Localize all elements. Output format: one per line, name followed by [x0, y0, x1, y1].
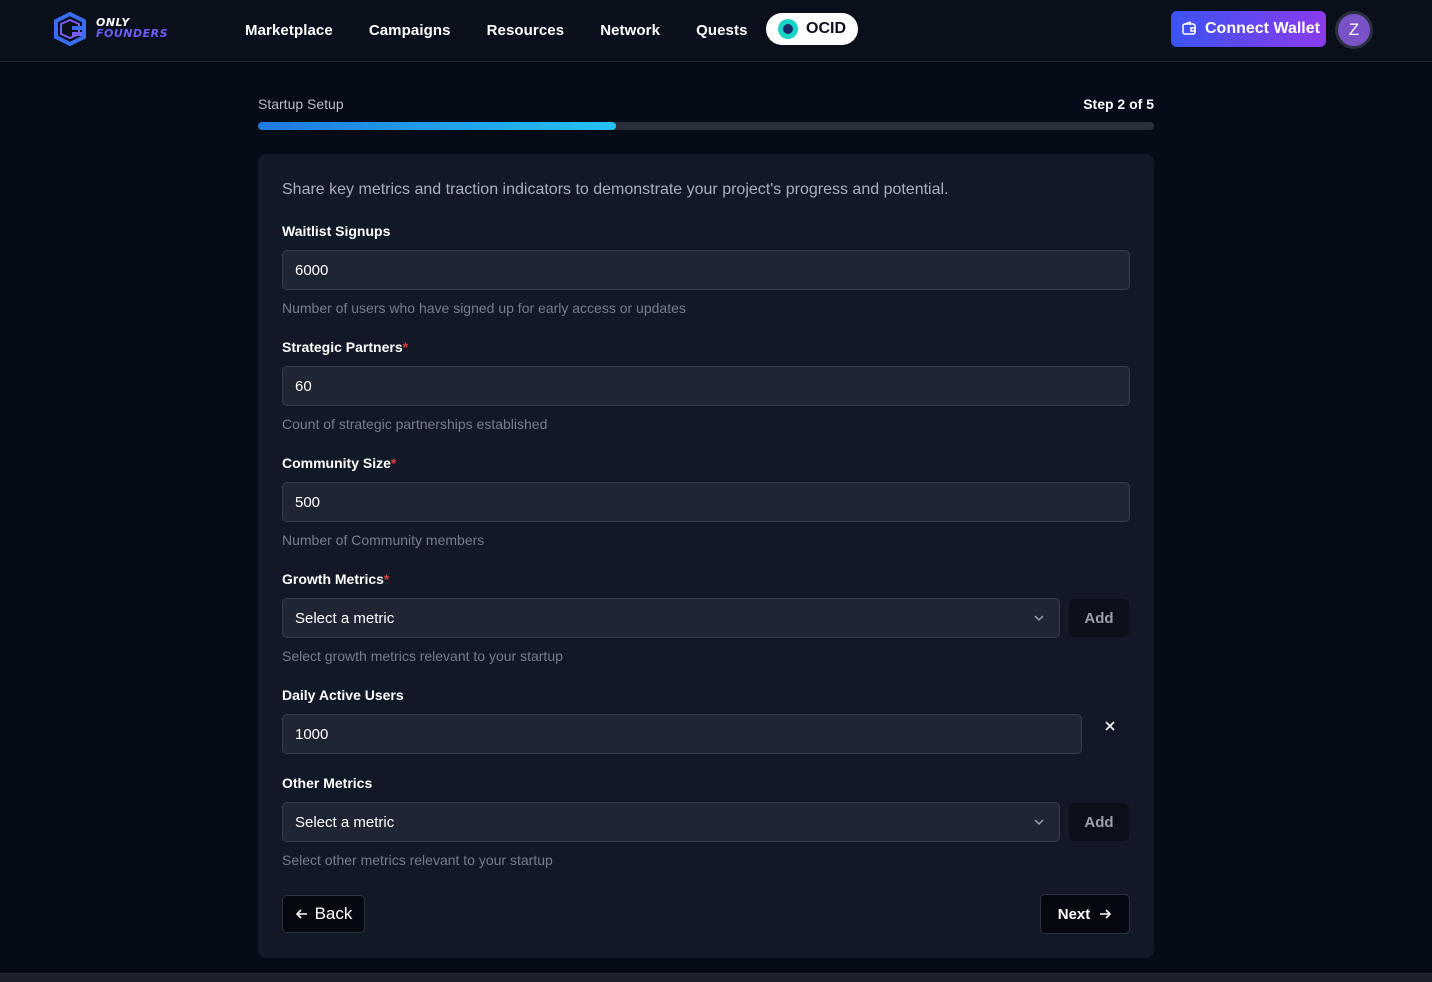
remove-metric-button[interactable] — [1100, 716, 1120, 736]
progress-bar-fill — [258, 122, 617, 130]
growth-metrics-select-value: Select a metric — [295, 609, 395, 627]
progress-bar — [258, 122, 1154, 130]
other-metrics-label-text: Other Metrics — [282, 775, 373, 791]
growth-metrics-add-button[interactable]: Add — [1069, 599, 1129, 637]
ocid-logo-icon — [778, 19, 798, 39]
arrow-left-icon — [295, 909, 307, 919]
waitlist-signups-hint: Number of users who have signed up for e… — [282, 300, 686, 316]
back-button[interactable]: Back — [282, 895, 365, 933]
next-button[interactable]: Next — [1040, 894, 1130, 934]
required-asterisk: * — [390, 455, 397, 471]
footer-strip — [0, 973, 1432, 982]
community-size-label-text: Community Size — [282, 455, 391, 471]
growth-metrics-hint: Select growth metrics relevant to your s… — [282, 648, 563, 664]
other-metrics-hint: Select other metrics relevant to your st… — [282, 852, 553, 868]
waitlist-signups-label-text: Waitlist Signups — [282, 223, 391, 239]
strategic-partners-hint: Count of strategic partnerships establis… — [282, 416, 548, 432]
strategic-partners-label-text: Strategic Partners — [282, 339, 403, 355]
strategic-partners-label: Strategic Partners* — [282, 339, 408, 355]
nav-link-quests[interactable]: Quests — [696, 22, 747, 39]
metrics-form-card: Share key metrics and traction indicator… — [258, 154, 1154, 958]
arrow-right-icon — [1100, 909, 1112, 919]
required-asterisk: * — [383, 571, 390, 587]
wallet-icon — [1182, 21, 1196, 35]
only-founders-logo[interactable]: ONLY FOUNDERS — [52, 12, 182, 46]
waitlist-signups-label: Waitlist Signups — [282, 223, 390, 239]
daily-active-users-label-text: Daily Active Users — [282, 687, 404, 703]
ocid-label: OCID — [806, 20, 846, 37]
nav-link-resources[interactable]: Resources — [487, 22, 565, 39]
community-size-input[interactable] — [282, 482, 1130, 522]
other-metrics-add-button[interactable]: Add — [1069, 803, 1129, 841]
close-icon — [1105, 721, 1115, 731]
progress-title: Startup Setup — [258, 96, 344, 112]
other-metrics-select[interactable]: Select a metric — [282, 802, 1060, 842]
logo-wordmark: ONLY FOUNDERS — [96, 17, 168, 39]
community-size-label: Community Size* — [282, 455, 396, 471]
next-button-label: Next — [1057, 905, 1091, 923]
nav-links: Marketplace Campaigns Resources Network … — [245, 0, 784, 60]
daily-active-users-input[interactable] — [282, 714, 1082, 754]
progress-step-label: Step 2 of 5 — [1083, 96, 1154, 112]
strategic-partners-input[interactable] — [282, 366, 1130, 406]
growth-metrics-label-text: Growth Metrics — [282, 571, 384, 587]
required-asterisk: * — [402, 339, 409, 355]
ocid-button[interactable]: OCID — [766, 13, 858, 45]
chevron-down-icon — [1034, 615, 1044, 622]
other-metrics-select-value: Select a metric — [295, 813, 395, 831]
nav-link-marketplace[interactable]: Marketplace — [245, 22, 333, 39]
connect-wallet-label: Connect Wallet — [1205, 20, 1320, 37]
top-navbar: ONLY FOUNDERS Marketplace Campaigns Reso… — [0, 0, 1432, 62]
nav-link-network[interactable]: Network — [600, 22, 660, 39]
user-avatar[interactable]: Z — [1335, 11, 1373, 49]
chevron-down-icon — [1034, 819, 1044, 826]
back-button-label: Back — [314, 904, 353, 923]
connect-wallet-button[interactable]: Connect Wallet — [1171, 11, 1326, 47]
other-metrics-label: Other Metrics — [282, 775, 372, 791]
logo-mark-icon — [54, 12, 86, 46]
logo-line-2: FOUNDERS — [96, 27, 169, 40]
growth-metrics-label: Growth Metrics* — [282, 571, 389, 587]
waitlist-signups-input[interactable] — [282, 250, 1130, 290]
growth-metrics-select[interactable]: Select a metric — [282, 598, 1060, 638]
nav-link-campaigns[interactable]: Campaigns — [369, 22, 451, 39]
community-size-hint: Number of Community members — [282, 532, 485, 548]
form-intro: Share key metrics and traction indicator… — [282, 181, 949, 198]
daily-active-users-label: Daily Active Users — [282, 687, 404, 703]
